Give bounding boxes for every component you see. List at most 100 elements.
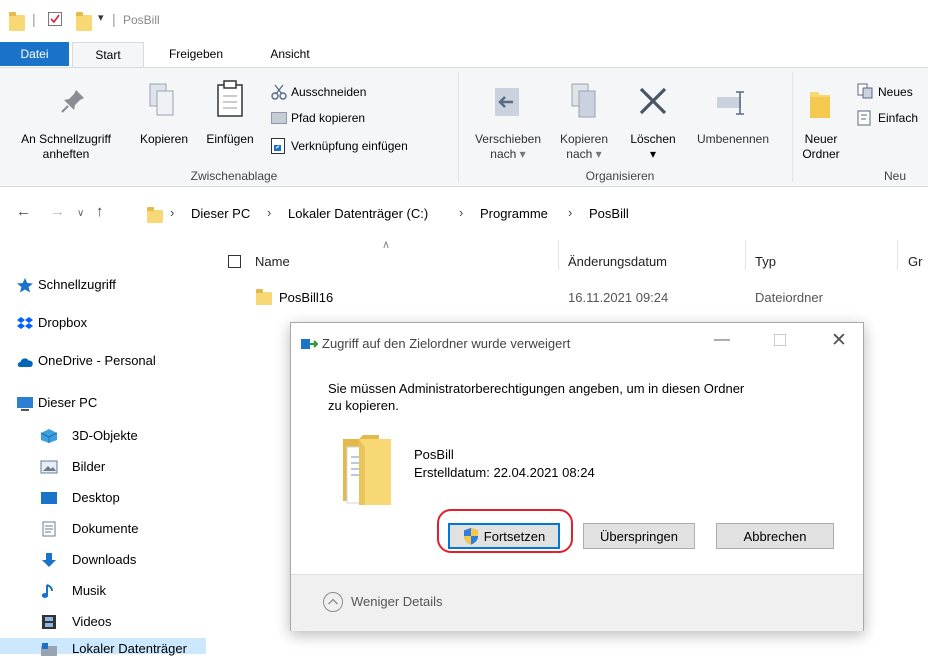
rename-icon bbox=[716, 90, 746, 116]
easy-access-icon bbox=[857, 110, 871, 126]
paste-shortcut-button[interactable]: Verknüpfung einfügen bbox=[291, 139, 408, 154]
paste-button[interactable]: Einfügen bbox=[199, 132, 261, 147]
nav-item-bilder[interactable]: Bilder bbox=[72, 459, 105, 474]
column-header-size[interactable]: Gr bbox=[908, 254, 922, 269]
copy-button[interactable]: Kopieren bbox=[130, 132, 198, 147]
column-header-type[interactable]: Typ bbox=[755, 254, 776, 269]
new-item-button[interactable]: Neues bbox=[878, 85, 913, 100]
continue-button-label: Fortsetzen bbox=[483, 528, 546, 544]
pictures-icon bbox=[40, 460, 58, 474]
cancel-button[interactable]: Abbrechen bbox=[716, 523, 834, 549]
nav-item-onedrive[interactable]: OneDrive - Personal bbox=[38, 353, 156, 368]
nav-item-downloads[interactable]: Downloads bbox=[72, 552, 136, 567]
nav-item-dieser-pc[interactable]: Dieser PC bbox=[38, 395, 97, 410]
breadcrumb-chevron-icon[interactable]: › bbox=[170, 205, 174, 220]
forward-arrow-icon[interactable]: → bbox=[50, 203, 65, 220]
download-arrow-icon bbox=[42, 553, 56, 567]
properties-icon[interactable] bbox=[48, 12, 62, 26]
dialog-footer: Weniger Details bbox=[291, 574, 863, 631]
select-all-checkbox[interactable] bbox=[228, 255, 241, 268]
copy-path-icon bbox=[271, 112, 287, 124]
folder-icon bbox=[147, 207, 163, 223]
new-folder-label-2: Ordner bbox=[802, 147, 840, 161]
dialog-title: Zugriff auf den Zielordner wurde verweig… bbox=[322, 336, 571, 351]
breadcrumb-posbill[interactable]: PosBill bbox=[589, 206, 629, 221]
copy-icon bbox=[148, 82, 176, 118]
tab-start[interactable]: Start bbox=[72, 42, 144, 67]
file-date: 16.11.2021 09:24 bbox=[568, 290, 669, 305]
paste-shortcut-icon bbox=[271, 138, 285, 154]
nav-item-schnellzugriff[interactable]: Schnellzugriff bbox=[38, 277, 116, 292]
nav-item-videos[interactable]: Videos bbox=[72, 614, 112, 629]
minimize-icon[interactable]: — bbox=[714, 331, 730, 349]
column-divider[interactable] bbox=[558, 240, 559, 270]
dropdown-arrow-icon: ▾ bbox=[649, 147, 657, 161]
tab-datei[interactable]: Datei bbox=[0, 42, 69, 66]
fewer-details-toggle[interactable]: Weniger Details bbox=[351, 594, 443, 609]
dropdown-arrow-icon: ▾ bbox=[595, 147, 602, 161]
copy-move-icon bbox=[301, 339, 319, 349]
computer-icon bbox=[17, 397, 33, 411]
scissors-icon bbox=[271, 84, 287, 100]
column-divider[interactable] bbox=[897, 240, 898, 270]
quick-access-dropdown-icon[interactable]: ▾ bbox=[98, 11, 104, 27]
recent-locations-dropdown-icon[interactable]: ∨ bbox=[77, 208, 84, 219]
tab-ansicht[interactable]: Ansicht bbox=[255, 42, 325, 66]
table-row[interactable]: PosBill16 16.11.2021 09:24 Dateiordner bbox=[222, 288, 928, 308]
new-folder-icon bbox=[808, 88, 832, 120]
breadcrumb-chevron-icon[interactable]: › bbox=[459, 205, 463, 220]
pin-label-line1: An Schnellzugriff bbox=[21, 132, 111, 146]
nav-item-3d-objekte[interactable]: 3D-Objekte bbox=[72, 428, 138, 443]
access-denied-dialog: Zugriff auf den Zielordner wurde verweig… bbox=[290, 322, 864, 631]
chevron-up-circle-icon[interactable] bbox=[322, 591, 344, 613]
pin-to-quick-access-button[interactable]: An Schnellzugriff anheften bbox=[2, 132, 130, 162]
nav-item-musik[interactable]: Musik bbox=[72, 583, 106, 598]
pin-icon bbox=[58, 86, 88, 116]
tab-freigeben[interactable]: Freigeben bbox=[160, 42, 232, 66]
breadcrumb-programme[interactable]: Programme bbox=[480, 206, 548, 221]
delete-label: Löschen bbox=[630, 132, 676, 146]
easy-access-button[interactable]: Einfach bbox=[878, 111, 918, 126]
breadcrumb-dieser-pc[interactable]: Dieser PC bbox=[191, 206, 250, 221]
ribbon: An Schnellzugriff anheften Kopieren Einf… bbox=[0, 67, 928, 187]
copy-to-button[interactable]: Kopieren nach ▾ bbox=[550, 132, 618, 162]
continue-button[interactable]: Fortsetzen bbox=[448, 523, 560, 549]
breadcrumb-chevron-icon[interactable]: › bbox=[568, 205, 572, 220]
title-bar: | ▾ | PosBill bbox=[0, 0, 928, 40]
rename-button[interactable]: Umbenennen bbox=[686, 132, 780, 147]
delete-button[interactable]: Löschen ▾ bbox=[622, 132, 684, 162]
move-to-button[interactable]: Verschieben nach ▾ bbox=[462, 132, 554, 162]
folder-icon bbox=[343, 435, 391, 505]
paste-icon bbox=[216, 80, 244, 118]
copy-to-label: Kopieren bbox=[559, 132, 609, 146]
breadcrumb-chevron-icon[interactable]: › bbox=[267, 205, 271, 220]
new-folder-quick-icon[interactable] bbox=[76, 12, 92, 31]
move-label-2: nach bbox=[490, 147, 517, 161]
dropbox-icon bbox=[17, 317, 33, 329]
drive-icon bbox=[41, 643, 57, 656]
navigation-pane: Schnellzugriff Dropbox OneDrive - Person… bbox=[0, 232, 212, 656]
videos-film-icon bbox=[42, 615, 56, 629]
back-arrow-icon[interactable]: ← bbox=[16, 203, 31, 220]
move-to-icon bbox=[491, 84, 523, 120]
skip-button[interactable]: Überspringen bbox=[583, 523, 695, 549]
column-header-date[interactable]: Änderungsdatum bbox=[568, 254, 667, 269]
dialog-message: Sie müssen Administratorberechtigungen a… bbox=[328, 380, 848, 414]
3d-objects-icon bbox=[40, 429, 58, 443]
breadcrumb-lokaler-datentraeger[interactable]: Lokaler Datenträger (C:) bbox=[288, 206, 428, 221]
nav-item-dropbox[interactable]: Dropbox bbox=[38, 315, 87, 330]
close-icon[interactable]: ✕ bbox=[831, 329, 847, 352]
group-label-organisieren: Organisieren bbox=[585, 169, 655, 183]
up-arrow-icon[interactable]: ↑ bbox=[96, 203, 104, 220]
new-folder-button[interactable]: Neuer Ordner bbox=[796, 132, 846, 162]
nav-item-dokumente[interactable]: Dokumente bbox=[72, 521, 138, 536]
nav-item-desktop[interactable]: Desktop bbox=[72, 490, 120, 505]
file-name: PosBill16 bbox=[279, 290, 334, 305]
copy-to-label-2: nach bbox=[566, 147, 593, 161]
desktop-icon bbox=[41, 492, 57, 504]
column-divider[interactable] bbox=[745, 240, 746, 270]
column-header-name[interactable]: Name bbox=[255, 254, 290, 269]
uac-shield-icon bbox=[463, 528, 478, 545]
copy-path-button[interactable]: Pfad kopieren bbox=[291, 111, 365, 126]
cut-button[interactable]: Ausschneiden bbox=[291, 85, 366, 100]
